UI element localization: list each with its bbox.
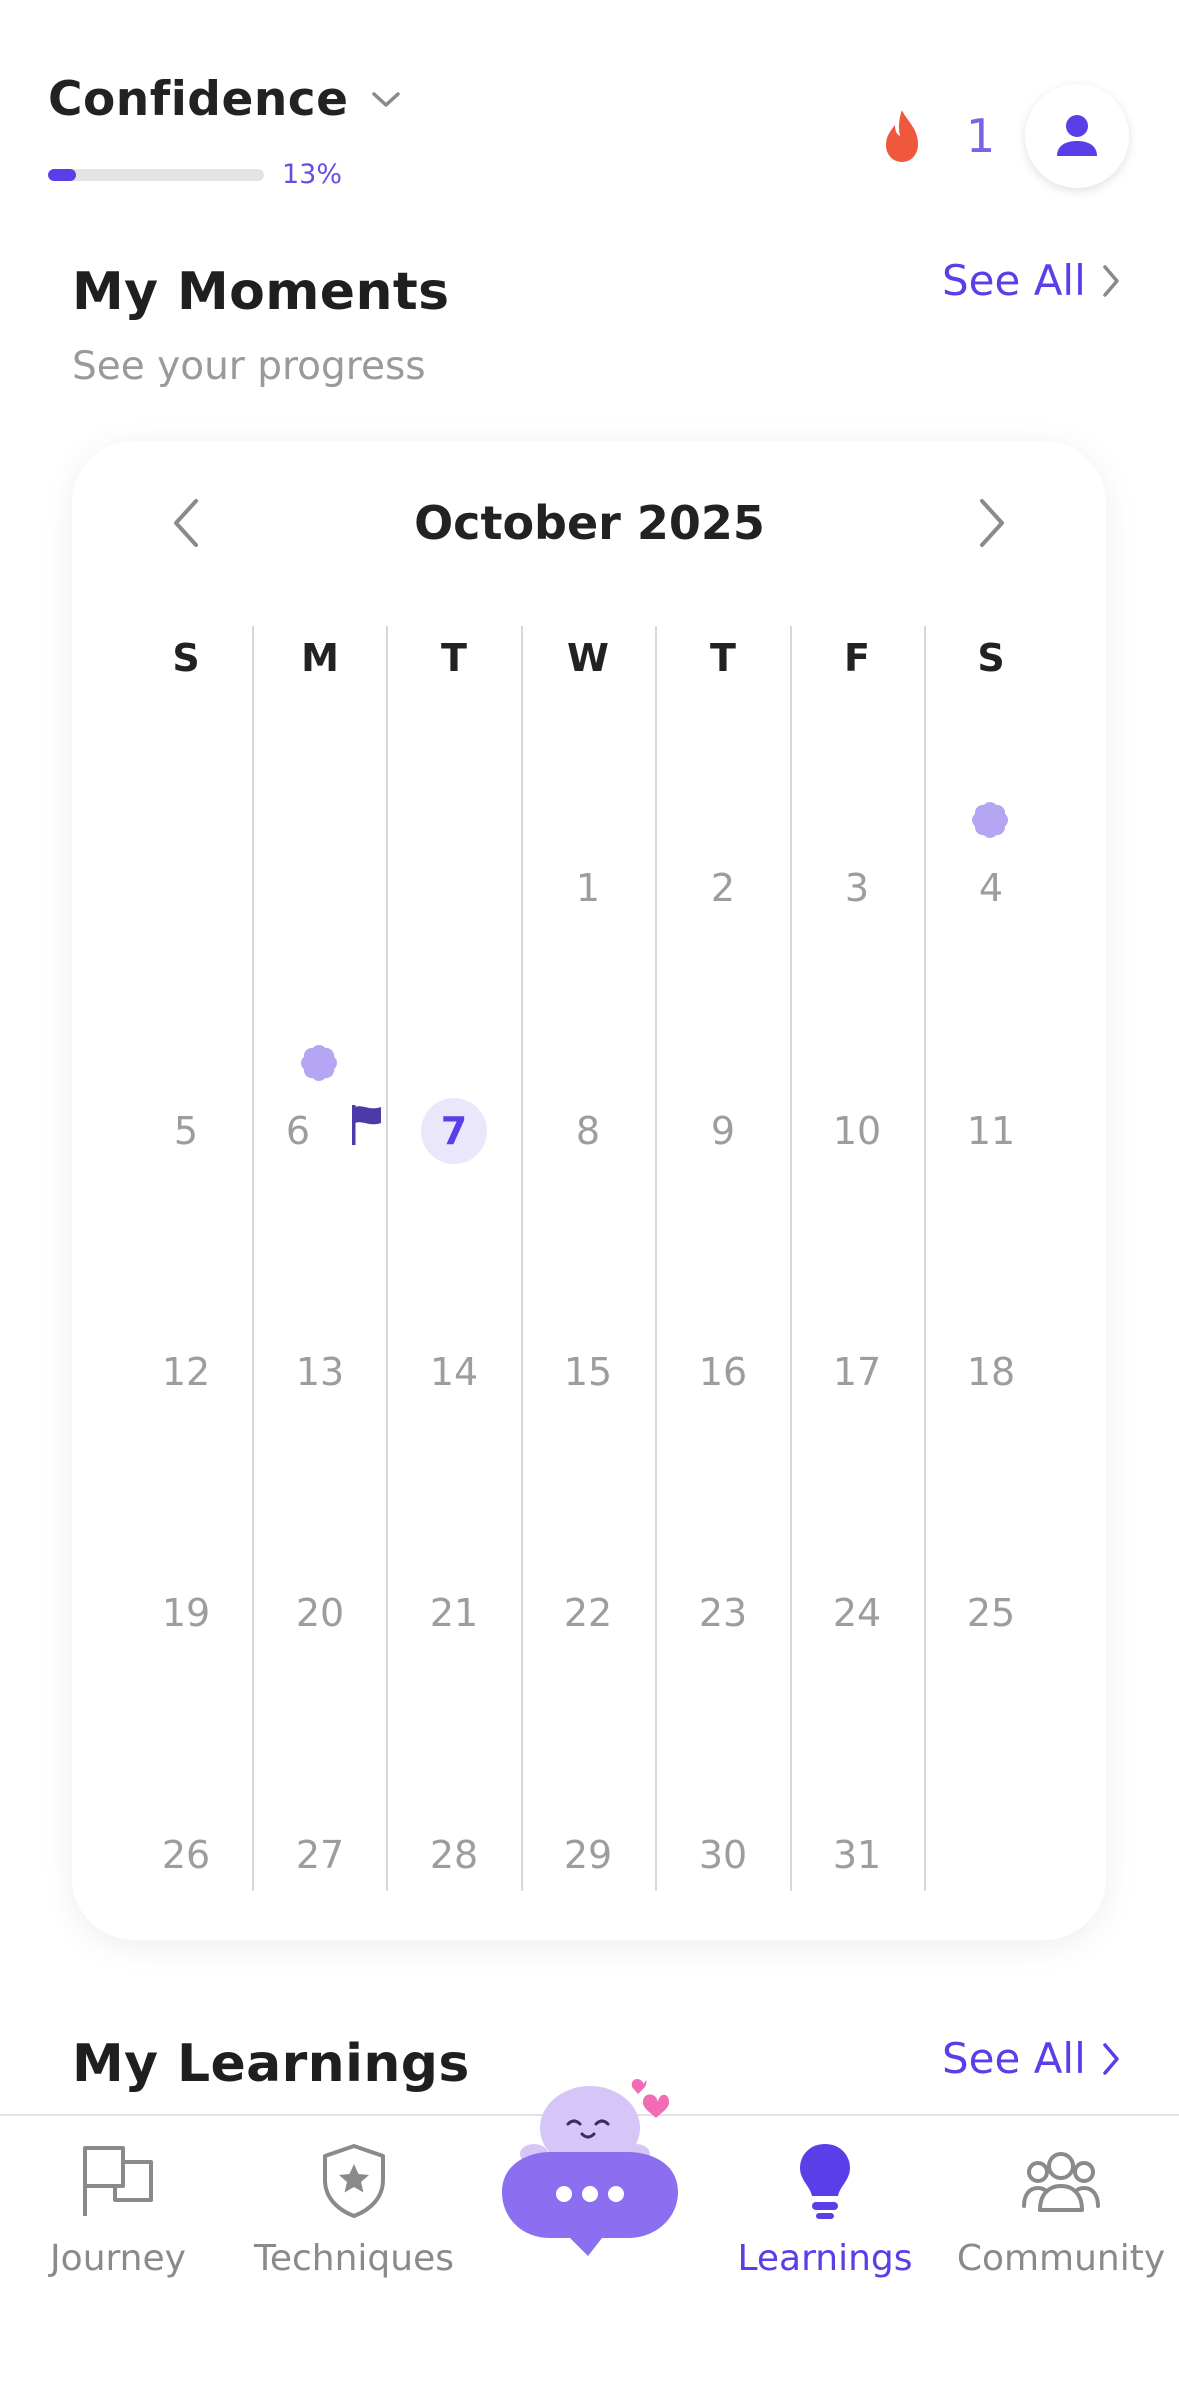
- see-all-label: See All: [942, 2034, 1086, 2083]
- nav-label: Community: [956, 2238, 1166, 2279]
- chevron-right-icon: [1103, 2042, 1119, 2075]
- chat-bubble-icon: [502, 2078, 678, 2256]
- nav-label: Learnings: [737, 2238, 913, 2279]
- flag-icon: [349, 1103, 383, 1151]
- moments-see-all-link[interactable]: See All: [942, 256, 1120, 305]
- calendar-day-today[interactable]: 7: [387, 1109, 521, 1153]
- calendar-next-button[interactable]: [962, 493, 1022, 553]
- flower-icon: [299, 1043, 339, 1087]
- nav-community[interactable]: Community: [943, 2140, 1179, 2279]
- calendar-day[interactable]: 24: [790, 1591, 924, 1635]
- streak-indicator[interactable]: 1: [880, 108, 995, 164]
- calendar-day[interactable]: 27: [253, 1833, 387, 1877]
- people-icon: [1020, 2140, 1102, 2222]
- profile-button[interactable]: [1025, 84, 1129, 188]
- calendar-day[interactable]: 26: [119, 1833, 253, 1877]
- calendar-day[interactable]: 13: [253, 1350, 387, 1394]
- calendar-day[interactable]: 15: [521, 1350, 655, 1394]
- lightbulb-icon: [784, 2140, 866, 2222]
- weekday-header: T: [710, 636, 736, 680]
- calendar-day[interactable]: 11: [924, 1109, 1058, 1153]
- chevron-right-icon: [1103, 264, 1119, 297]
- calendar-column-divider: [521, 626, 523, 1891]
- calendar-column-divider: [790, 626, 792, 1891]
- calendar-prev-button[interactable]: [156, 493, 216, 553]
- calendar-day[interactable]: 2: [656, 866, 790, 910]
- flag-icon: [77, 2140, 159, 2222]
- shield-star-icon: [313, 2140, 395, 2222]
- calendar-day[interactable]: 31: [790, 1833, 924, 1877]
- user-icon: [1057, 115, 1097, 156]
- calendar-day[interactable]: 3: [790, 866, 924, 910]
- nav-techniques[interactable]: Techniques: [236, 2140, 472, 2279]
- calendar-day[interactable]: 10: [790, 1109, 924, 1153]
- calendar-column-divider: [252, 626, 254, 1891]
- calendar-column-divider: [386, 626, 388, 1891]
- chat-assistant-button[interactable]: [498, 2068, 682, 2264]
- calendar-day[interactable]: 4: [924, 866, 1058, 910]
- calendar-day[interactable]: 8: [521, 1109, 655, 1153]
- nav-journey[interactable]: Journey: [0, 2140, 236, 2279]
- goal-progress-fill: [48, 169, 77, 181]
- calendar-day[interactable]: 19: [119, 1591, 253, 1635]
- flame-icon: [886, 110, 918, 162]
- moments-title: My Moments: [72, 262, 450, 322]
- calendar-day[interactable]: 21: [387, 1591, 521, 1635]
- calendar-day[interactable]: 22: [521, 1591, 655, 1635]
- learnings-title: My Learnings: [72, 2034, 470, 2094]
- calendar-day[interactable]: 23: [656, 1591, 790, 1635]
- goal-selector[interactable]: Confidence: [48, 72, 401, 127]
- calendar-day[interactable]: 29: [521, 1833, 655, 1877]
- calendar-column-divider: [655, 626, 657, 1891]
- weekday-header: T: [441, 636, 467, 680]
- goal-progress-percent: 13%: [282, 159, 343, 190]
- weekday-header: F: [844, 636, 870, 680]
- chevron-right-icon: [980, 499, 1004, 547]
- calendar-day[interactable]: 20: [253, 1591, 387, 1635]
- weekday-header: S: [977, 636, 1005, 680]
- moments-subtitle: See your progress: [72, 344, 426, 389]
- weekday-header: S: [172, 636, 200, 680]
- calendar-day[interactable]: 28: [387, 1833, 521, 1877]
- learnings-see-all-link[interactable]: See All: [942, 2034, 1120, 2083]
- calendar-day[interactable]: 30: [656, 1833, 790, 1877]
- calendar-day[interactable]: 16: [656, 1350, 790, 1394]
- see-all-label: See All: [942, 256, 1086, 305]
- calendar-day[interactable]: 9: [656, 1109, 790, 1153]
- calendar-day[interactable]: 18: [924, 1350, 1058, 1394]
- calendar-day[interactable]: 6: [231, 1109, 365, 1153]
- calendar-column-divider: [924, 626, 926, 1891]
- goal-progress-bar: [48, 169, 264, 181]
- calendar-day[interactable]: 1: [521, 866, 655, 910]
- nav-learnings[interactable]: Learnings: [707, 2140, 943, 2279]
- calendar-day[interactable]: 14: [387, 1350, 521, 1394]
- streak-count: 1: [966, 109, 996, 163]
- calendar-day[interactable]: 12: [119, 1350, 253, 1394]
- calendar-day[interactable]: 25: [924, 1591, 1058, 1635]
- calendar-day[interactable]: 17: [790, 1350, 924, 1394]
- chevron-down-icon: [371, 91, 400, 107]
- nav-label: Journey: [50, 2238, 186, 2279]
- nav-label: Techniques: [253, 2238, 455, 2279]
- flower-icon: [970, 800, 1010, 844]
- weekday-header: W: [567, 636, 609, 680]
- weekday-header: M: [301, 636, 339, 680]
- goal-title: Confidence: [48, 72, 349, 127]
- chevron-left-icon: [174, 499, 198, 547]
